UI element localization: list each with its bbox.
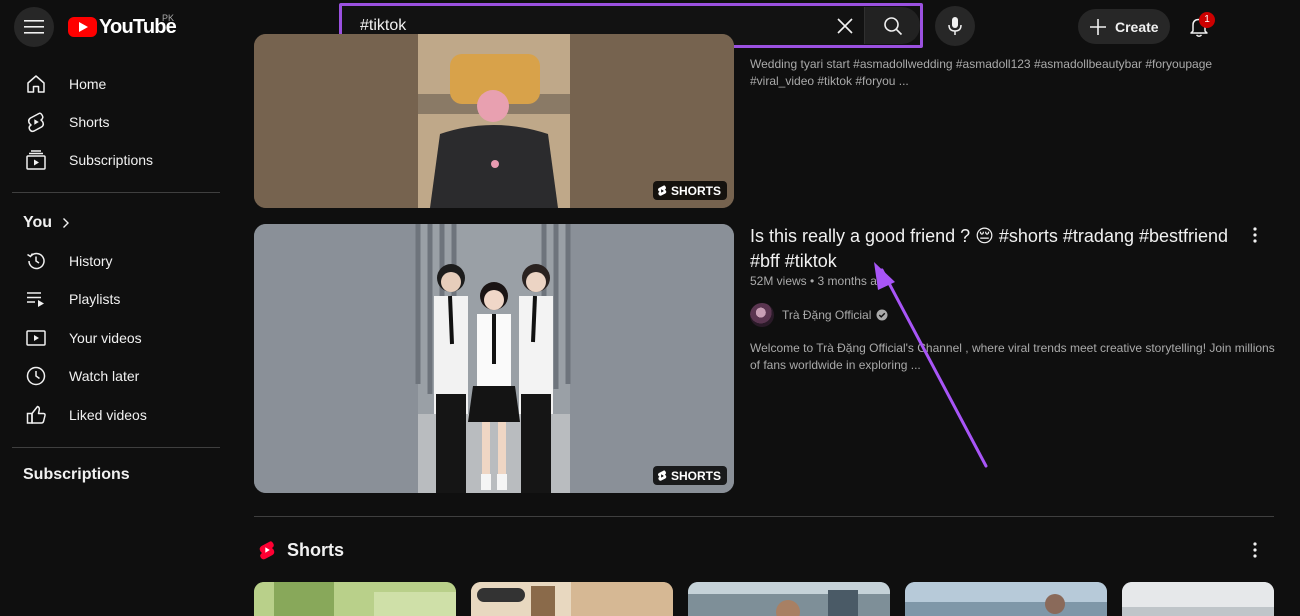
- sidebar-item-liked-videos[interactable]: Liked videos: [12, 396, 220, 434]
- create-label: Create: [1115, 18, 1159, 35]
- video-menu-button[interactable]: [1243, 223, 1267, 247]
- video-thumbnail[interactable]: SHORTS: [254, 224, 734, 493]
- sidebar-item-watch-later[interactable]: Watch later: [12, 357, 220, 395]
- shorts-icon: [657, 469, 667, 481]
- thumbs-up-icon: [26, 405, 46, 424]
- sidebar-item-label: Watch later: [69, 368, 140, 384]
- thumbnail-image: [1122, 582, 1274, 616]
- shorts-badge: SHORTS: [652, 181, 727, 200]
- thumbnail-image: [688, 582, 890, 616]
- shorts-badge: SHORTS: [652, 466, 727, 485]
- sidebar-subscriptions-heading: Subscriptions: [23, 466, 130, 484]
- sidebar: Home Shorts Subscriptions You History Pl…: [0, 54, 232, 616]
- video-meta: 52M views • 3 months ago: [750, 274, 891, 288]
- thumbnail-image: [254, 582, 456, 616]
- channel-name[interactable]: Trà Đặng Official: [782, 308, 871, 322]
- youtube-logo[interactable]: YouTube: [68, 15, 177, 39]
- sidebar-divider: [12, 447, 220, 448]
- more-vert-icon: [1253, 542, 1257, 558]
- sidebar-item-home[interactable]: Home: [12, 65, 220, 103]
- clear-search-button[interactable]: [830, 11, 860, 41]
- shorts-badge-label: SHORTS: [670, 468, 721, 483]
- your-videos-icon: [26, 330, 46, 346]
- sidebar-divider: [12, 192, 220, 193]
- microphone-icon: [948, 17, 962, 35]
- channel-avatar[interactable]: [750, 303, 774, 327]
- video-description: Wedding tyari start #asmadollwedding #as…: [750, 57, 1213, 88]
- shorts-logo-icon: [259, 541, 275, 560]
- sidebar-item-label: Your videos: [69, 330, 142, 346]
- home-icon: [27, 75, 45, 93]
- shorts-icon: [27, 112, 45, 133]
- short-thumbnail[interactable]: [471, 582, 673, 616]
- country-code: PK: [162, 13, 175, 23]
- search-results: SHORTS Wedding tyari start #asmadollwedd…: [254, 34, 1300, 616]
- subscriptions-icon: [26, 150, 46, 170]
- more-vert-icon: [1253, 227, 1257, 243]
- menu-button[interactable]: [14, 7, 54, 47]
- sidebar-item-label: Shorts: [69, 114, 110, 130]
- chevron-right-icon: [63, 218, 70, 228]
- verified-icon: [876, 309, 888, 321]
- plus-icon: [1090, 18, 1106, 35]
- shorts-heading: Shorts: [287, 539, 345, 560]
- video-title[interactable]: Is this really a good friend ? 😔 #shorts…: [750, 224, 1240, 274]
- watch-later-icon: [26, 366, 46, 386]
- thumbnail-image: [471, 582, 673, 616]
- sidebar-item-label: Home: [69, 76, 107, 92]
- short-thumbnail[interactable]: [905, 582, 1107, 616]
- video-description: Welcome to Trà Đặng Official's Channel ,…: [750, 341, 1275, 372]
- search-button[interactable]: [864, 7, 920, 44]
- close-icon: [837, 18, 853, 34]
- playlists-icon: [27, 292, 44, 307]
- sidebar-item-label: History: [69, 253, 113, 269]
- shorts-menu-button[interactable]: [1243, 538, 1267, 562]
- sidebar-item-label: Playlists: [69, 291, 121, 307]
- short-thumbnail[interactable]: [254, 582, 456, 616]
- history-icon: [27, 252, 45, 270]
- thumbnail-image: [905, 582, 1107, 616]
- section-divider: [254, 516, 1274, 517]
- you-heading-label: You: [23, 214, 53, 231]
- short-thumbnail[interactable]: [688, 582, 890, 616]
- sidebar-you-heading[interactable]: You: [23, 214, 70, 232]
- sidebar-item-history[interactable]: History: [12, 242, 220, 280]
- thumbnail-image: [254, 224, 734, 493]
- shorts-shelf-heading: Shorts: [257, 539, 344, 561]
- voice-search-button[interactable]: [935, 6, 975, 46]
- video-thumbnail[interactable]: SHORTS: [254, 34, 734, 208]
- hamburger-icon: [24, 20, 44, 34]
- sidebar-item-playlists[interactable]: Playlists: [12, 280, 220, 318]
- notification-badge: 1: [1199, 12, 1215, 28]
- create-button[interactable]: Create: [1078, 9, 1170, 44]
- sidebar-item-label: Subscriptions: [69, 152, 154, 168]
- channel-link[interactable]: Trà Đặng Official: [750, 303, 888, 327]
- shorts-icon: [657, 184, 667, 196]
- notifications-button[interactable]: 1: [1180, 8, 1218, 46]
- sidebar-item-subscriptions[interactable]: Subscriptions: [12, 141, 220, 179]
- sidebar-item-label: Liked videos: [69, 407, 147, 423]
- sidebar-item-your-videos[interactable]: Your videos: [12, 319, 220, 357]
- sidebar-item-shorts[interactable]: Shorts: [12, 103, 220, 141]
- subscriptions-heading-label: Subscriptions: [23, 466, 130, 483]
- search-icon: [883, 16, 902, 35]
- shorts-badge-label: SHORTS: [670, 183, 721, 198]
- short-thumbnail[interactable]: [1122, 582, 1274, 616]
- youtube-play-icon: [68, 17, 97, 37]
